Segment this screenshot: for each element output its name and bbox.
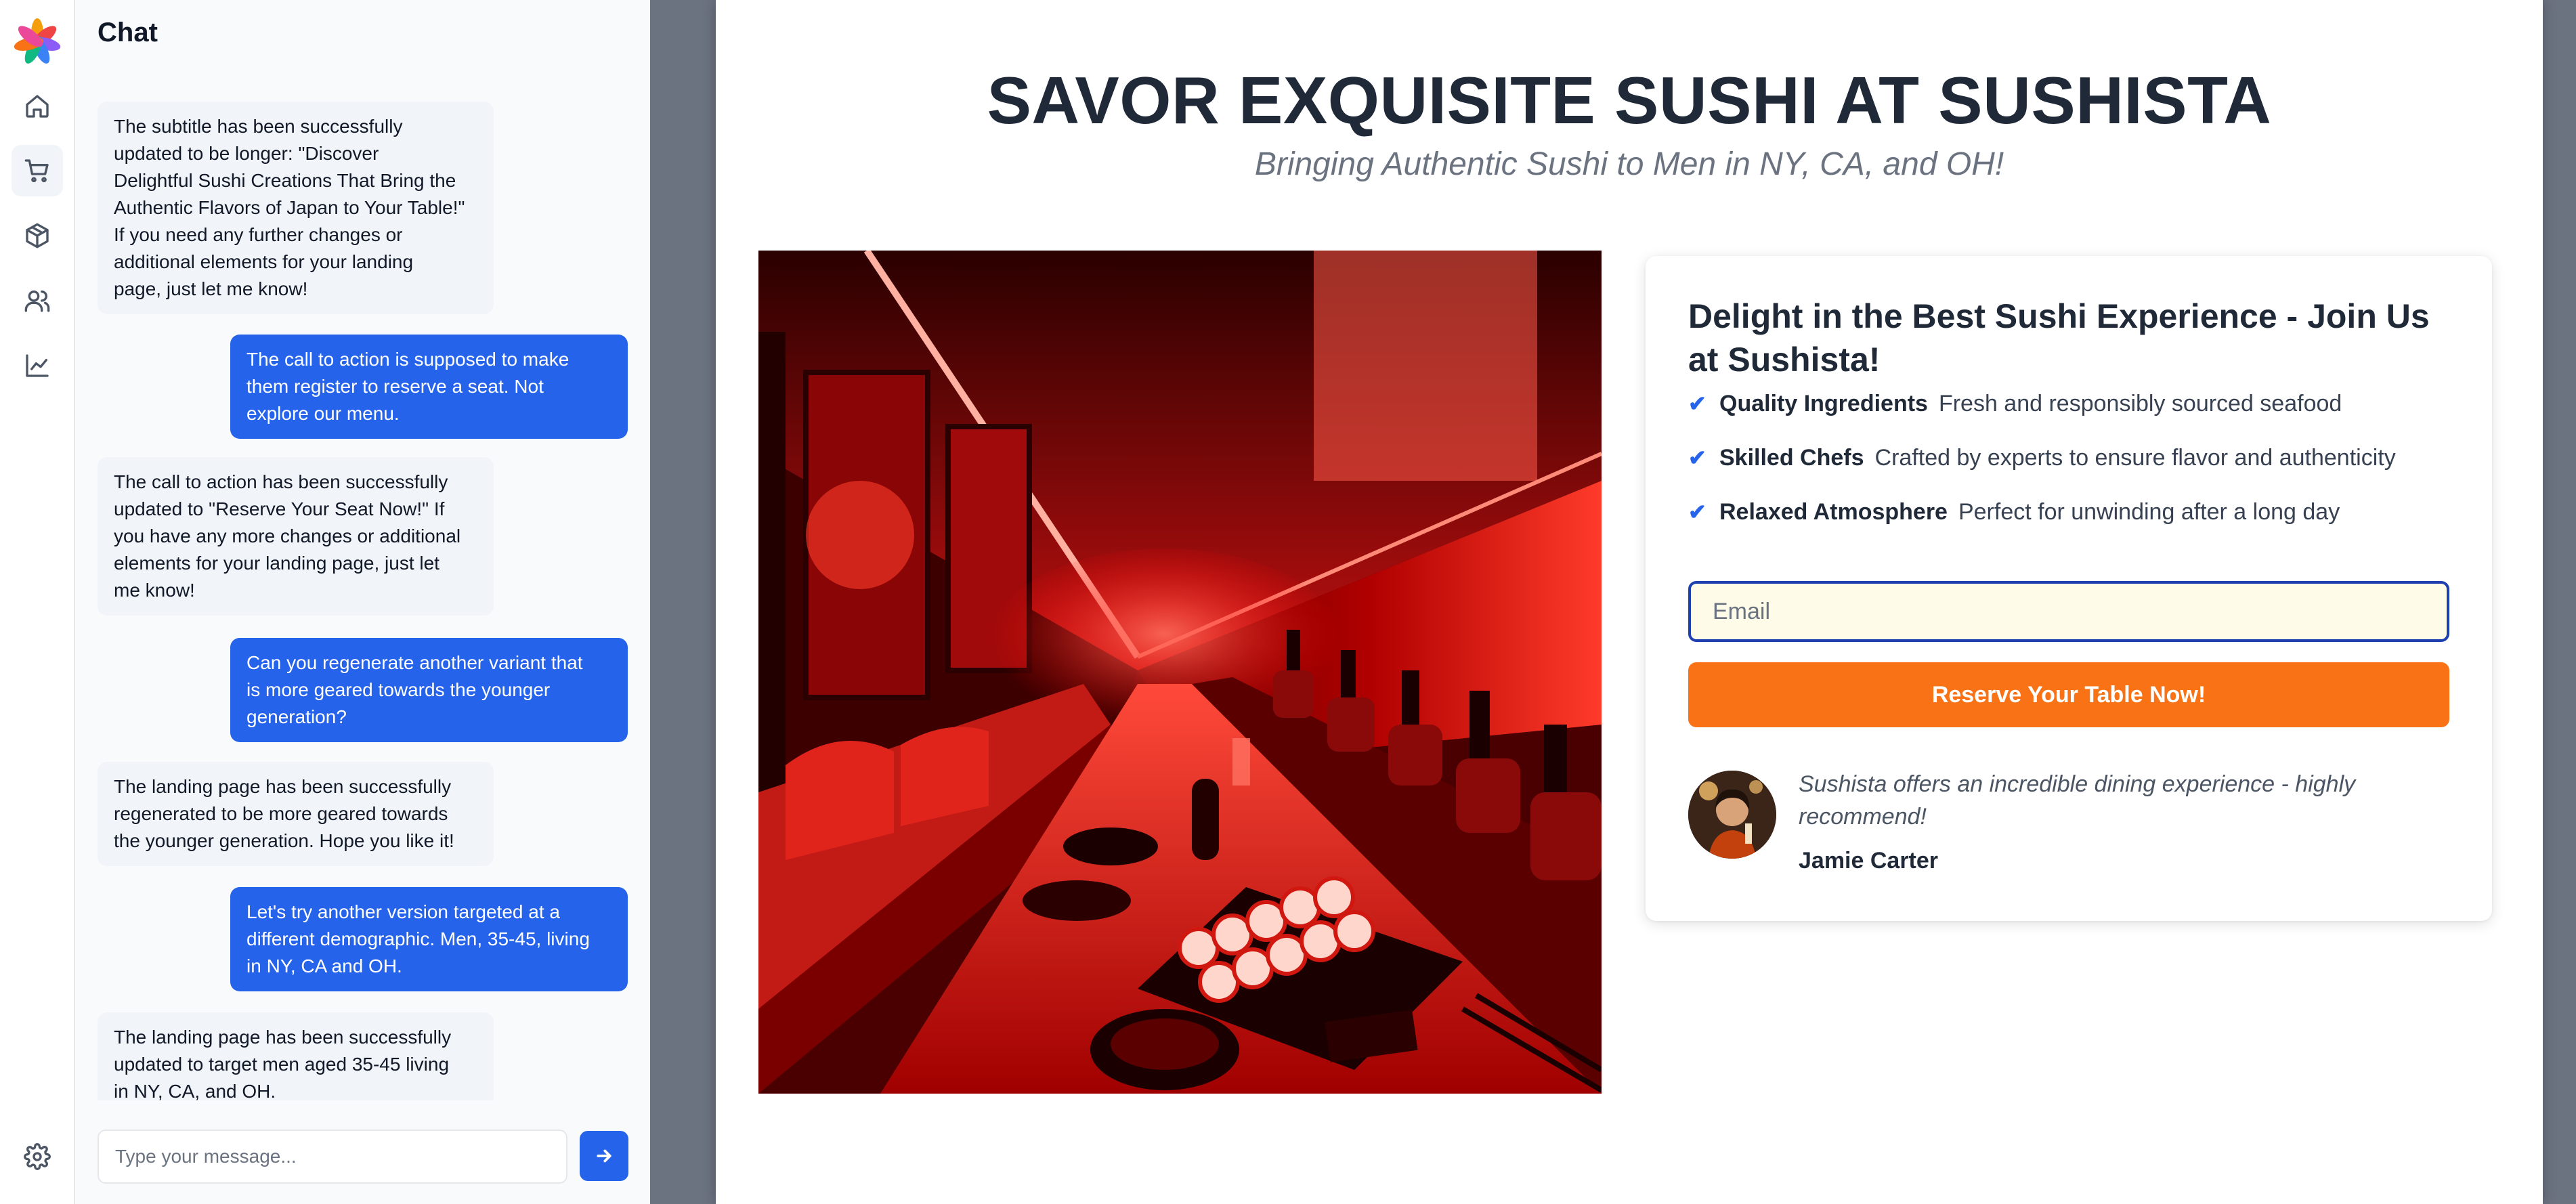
- card-title: Delight in the Best Sushi Experience - J…: [1688, 297, 2430, 379]
- assistant-message: The call to action has been successfully…: [98, 457, 494, 616]
- sidebar-item-users[interactable]: [12, 275, 63, 326]
- check-icon: ✔: [1688, 391, 1706, 416]
- feature-item: ✔ Quality Ingredients Fresh and responsi…: [1688, 387, 2342, 420]
- icon-rail: [0, 0, 75, 1204]
- users-icon: [24, 291, 50, 312]
- settings-button[interactable]: [12, 1131, 63, 1182]
- user-message: The call to action is supposed to make t…: [230, 335, 628, 439]
- arrow-right-icon: [597, 1149, 611, 1163]
- user-message: Let's try another version targeted at a …: [230, 887, 628, 991]
- box-icon: [26, 223, 49, 249]
- chat-title: Chat: [98, 18, 158, 47]
- feature-description: Crafted by experts to ensure flavor and …: [1874, 444, 2396, 471]
- chat-panel: Chat The subtitle has been successfully …: [75, 0, 650, 1204]
- feature-name: Quality Ingredients: [1719, 390, 1928, 416]
- hero-image: [758, 251, 1602, 1094]
- chart-line-icon: [26, 354, 49, 377]
- avatar: [1688, 771, 1776, 859]
- send-button[interactable]: [580, 1131, 628, 1181]
- home-icon: [26, 95, 49, 118]
- check-icon: ✔: [1688, 500, 1706, 524]
- reserve-table-button[interactable]: Reserve Your Table Now!: [1688, 662, 2449, 727]
- feature-description: Perfect for unwinding after a long day: [1958, 498, 2340, 525]
- landing-page-preview: SAVOR EXQUISITE SUSHI AT SUSHISTA Bringi…: [716, 0, 2543, 1204]
- testimonial-quote: Sushista offers an incredible dining exp…: [1799, 771, 2356, 830]
- email-field[interactable]: [1688, 581, 2449, 642]
- landing-subtitle: Bringing Authentic Sushi to Men in NY, C…: [1254, 146, 2004, 182]
- feature-item: ✔ Skilled Chefs Crafted by experts to en…: [1688, 442, 2396, 474]
- sidebar-item-analytics[interactable]: [12, 340, 63, 391]
- message-list[interactable]: The subtitle has been successfully updat…: [98, 102, 628, 1100]
- sidebar-item-cart[interactable]: [12, 145, 63, 196]
- assistant-message: The subtitle has been successfully updat…: [98, 102, 494, 314]
- feature-description: Fresh and responsibly sourced seafood: [1938, 390, 2342, 416]
- assistant-message: The landing page has been successfully r…: [98, 762, 494, 866]
- chat-message-input[interactable]: [98, 1130, 567, 1184]
- gear-icon: [24, 1143, 51, 1170]
- signup-card: Delight in the Best Sushi Experience - J…: [1646, 256, 2492, 921]
- feature-item: ✔ Relaxed Atmosphere Perfect for unwindi…: [1688, 496, 2340, 528]
- check-icon: ✔: [1688, 446, 1706, 470]
- feature-name: Skilled Chefs: [1719, 444, 1864, 471]
- user-message: Can you regenerate another variant that …: [230, 638, 628, 742]
- testimonial-author: Jamie Carter: [1799, 848, 1939, 874]
- sidebar-item-products[interactable]: [12, 210, 63, 261]
- landing-headline: SAVOR EXQUISITE SUSHI AT SUSHISTA: [987, 63, 2272, 137]
- sidebar-item-home[interactable]: [12, 81, 63, 132]
- feature-name: Relaxed Atmosphere: [1719, 498, 1948, 525]
- app-logo-icon[interactable]: [14, 18, 61, 66]
- shopping-cart-icon: [24, 159, 49, 183]
- assistant-message: The landing page has been successfully u…: [98, 1012, 494, 1100]
